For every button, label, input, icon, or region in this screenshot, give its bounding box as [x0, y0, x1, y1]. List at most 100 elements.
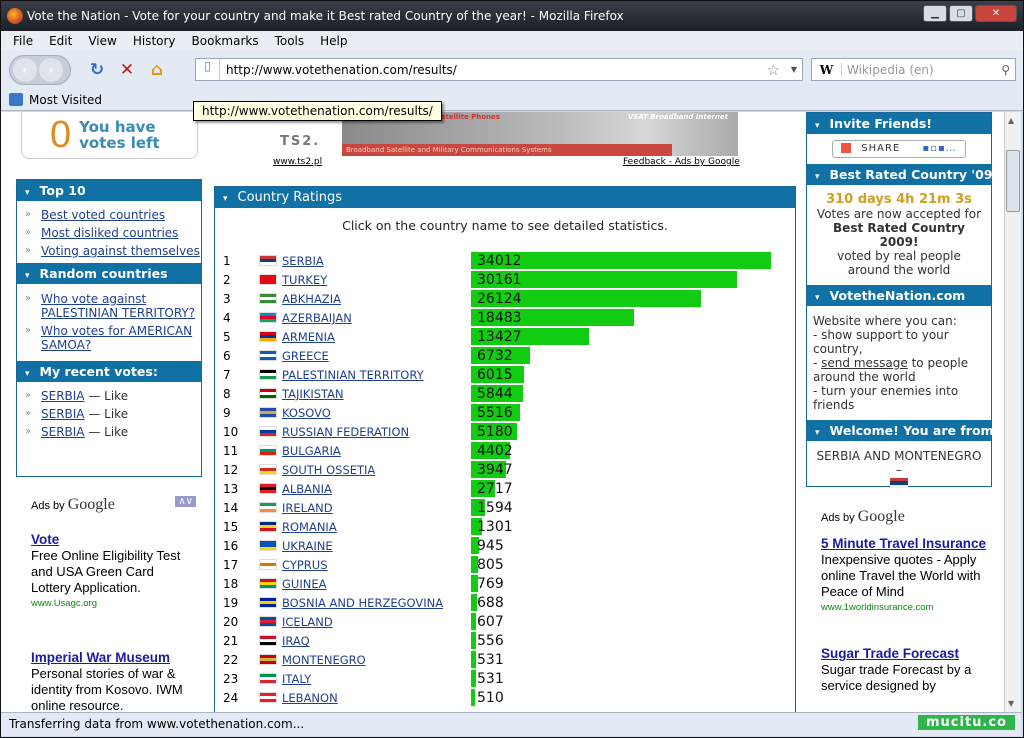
country-link[interactable]: CYPRUS: [282, 558, 328, 572]
country-link[interactable]: ICELAND: [282, 615, 333, 629]
countdown-timer: 310 days 4h 21m 3s: [826, 192, 972, 207]
country-link[interactable]: GREECE: [282, 349, 329, 363]
country-link[interactable]: UKRAINE: [282, 539, 333, 553]
wikipedia-icon[interactable]: W: [812, 62, 842, 77]
top10-item[interactable]: Best voted countries: [25, 206, 201, 224]
close-button[interactable]: ✕: [975, 5, 1017, 22]
send-message-link[interactable]: send message: [821, 356, 908, 370]
rank: 12: [223, 463, 239, 477]
recent-votes-header[interactable]: My recent votes:: [17, 361, 201, 382]
country-row: 12 SOUTH OSSETIA 3947: [215, 461, 795, 480]
scroll-down-icon[interactable]: ▼: [1008, 699, 1014, 708]
country-ratings-header[interactable]: Country Ratings: [215, 187, 795, 208]
most-visited-bookmark[interactable]: Most Visited: [29, 93, 102, 107]
ads-by-google[interactable]: Ads by Google: [821, 508, 991, 526]
share-button[interactable]: SHARE ▪▫▪…: [832, 140, 966, 158]
country-link[interactable]: KOSOVO: [282, 406, 331, 420]
back-button[interactable]: ‹: [13, 58, 37, 82]
ad-title-link[interactable]: 5 Minute Travel Insurance: [821, 536, 991, 552]
url-dropdown-icon[interactable]: ▼: [791, 65, 797, 74]
country-link[interactable]: ABKHAZIA: [282, 292, 341, 306]
menu-tools[interactable]: Tools: [275, 34, 305, 48]
country-link[interactable]: PALESTINIAN TERRITORY: [282, 368, 424, 382]
welcome-header[interactable]: Welcome! You are from:: [807, 420, 999, 441]
country-link[interactable]: BULGARIA: [282, 444, 341, 458]
minimize-button[interactable]: ▁: [923, 5, 947, 22]
ad-title-link[interactable]: Vote: [31, 532, 196, 548]
bookmark-star-icon[interactable]: ☆: [767, 61, 780, 79]
feedback-ads-link[interactable]: Feedback - Ads by Google: [623, 157, 740, 167]
recent-vote[interactable]: SERBIA — Like: [25, 423, 201, 441]
country-link[interactable]: TURKEY: [282, 273, 327, 287]
recent-vote[interactable]: SERBIA — Like: [25, 405, 201, 423]
vote-bar: [471, 613, 477, 630]
search-input[interactable]: Wikipedia (en): [842, 63, 1001, 77]
top10-header[interactable]: Top 10: [17, 180, 201, 201]
country-link[interactable]: ALBANIA: [282, 482, 332, 496]
ad-title-link[interactable]: Imperial War Museum: [31, 650, 196, 666]
country-link[interactable]: MONTENEGRO: [282, 653, 366, 667]
ts2-link[interactable]: www.ts2.pl: [273, 157, 322, 167]
invite-friends-header[interactable]: Invite Friends!: [807, 113, 991, 134]
recent-vote[interactable]: SERBIA — Like: [25, 387, 201, 405]
stop-icon[interactable]: ✕: [115, 60, 139, 80]
best-text: around the world: [847, 263, 951, 277]
navigation-toolbar: ‹ › ↻ ✕ ⌂ ▯ http://www.votethenation.com/…: [1, 51, 1023, 89]
country-row: 23 ITALY 531: [215, 670, 795, 689]
search-bar[interactable]: W Wikipedia (en) ⚲: [811, 58, 1016, 81]
country-link[interactable]: TAJIKISTAN: [282, 387, 344, 401]
ad-choices-icon[interactable]: ∧∨: [175, 496, 196, 507]
country-link[interactable]: IRELAND: [282, 501, 333, 515]
scroll-thumb[interactable]: [1006, 150, 1020, 212]
country-link[interactable]: SERBIA: [282, 254, 324, 268]
country-link[interactable]: AZERBAIJAN: [282, 311, 352, 325]
country-row: 18 GUINEA 769: [215, 575, 795, 594]
country-row: 21 IRAQ 556: [215, 632, 795, 651]
menu-file[interactable]: File: [13, 34, 33, 48]
ad-url[interactable]: www.1worldinsurance.com: [821, 600, 991, 616]
menu-view[interactable]: View: [88, 34, 116, 48]
vote-count: 6015: [477, 367, 513, 383]
url-bar[interactable]: ▯ http://www.votethenation.com/results/ …: [195, 58, 803, 81]
country-link[interactable]: ITALY: [282, 672, 311, 686]
menu-help[interactable]: Help: [320, 34, 347, 48]
country-link[interactable]: SOUTH OSSETIA: [282, 463, 375, 477]
vertical-scrollbar[interactable]: ▲ ▼: [1004, 112, 1021, 712]
ads-by-google[interactable]: Ads by Google ∧∨: [31, 496, 196, 514]
ad-item: Vote Free Online Eligibility Test and USA…: [31, 532, 196, 612]
forward-button[interactable]: ›: [39, 58, 63, 82]
bookmarks-toolbar: Most Visited: [1, 89, 1023, 111]
url-text[interactable]: http://www.votethenation.com/results/: [220, 63, 457, 77]
scroll-up-icon[interactable]: ▲: [1008, 116, 1014, 125]
top10-item[interactable]: Most disliked countries: [25, 224, 201, 242]
top10-item[interactable]: Voting against themselves: [25, 242, 201, 260]
country-link[interactable]: GUINEA: [282, 577, 326, 591]
menu-history[interactable]: History: [133, 34, 176, 48]
country-link[interactable]: LEBANON: [282, 691, 338, 705]
vote-count: 688: [477, 595, 504, 611]
reload-icon[interactable]: ↻: [85, 60, 109, 80]
country-row: 5 ARMENIA 13427: [215, 328, 795, 347]
country-link[interactable]: ROMANIA: [282, 520, 337, 534]
menu-bookmarks[interactable]: Bookmarks: [192, 34, 259, 48]
random-countries-header[interactable]: Random countries: [17, 263, 201, 284]
about-header[interactable]: VotetheNation.com: [807, 285, 991, 306]
vote-bar: [471, 632, 476, 649]
flag-icon: [259, 540, 277, 551]
search-icon[interactable]: ⚲: [1001, 63, 1010, 77]
maximize-button[interactable]: ▢: [949, 5, 973, 22]
country-link[interactable]: ARMENIA: [282, 330, 335, 344]
country-link[interactable]: RUSSIAN FEDERATION: [282, 425, 409, 439]
random-item[interactable]: Who votes for AMERICAN SAMOA?: [25, 324, 201, 352]
home-icon[interactable]: ⌂: [145, 60, 169, 80]
ad-url[interactable]: www.Usagc.org: [31, 596, 196, 612]
flag-icon: [259, 597, 277, 608]
best-rated-header[interactable]: Best Rated Country '09!: [807, 164, 998, 185]
menu-edit[interactable]: Edit: [49, 34, 72, 48]
ad-title-link[interactable]: Sugar Trade Forecast: [821, 646, 991, 662]
country-row: 22 MONTENEGRO 531: [215, 651, 795, 670]
country-link[interactable]: IRAQ: [282, 634, 310, 648]
random-item[interactable]: Who vote against PALESTINIAN TERRITORY?: [25, 292, 201, 320]
country-link[interactable]: BOSNIA AND HERZEGOVINA: [282, 596, 443, 610]
about-text: - send message to people around the worl…: [813, 356, 969, 384]
